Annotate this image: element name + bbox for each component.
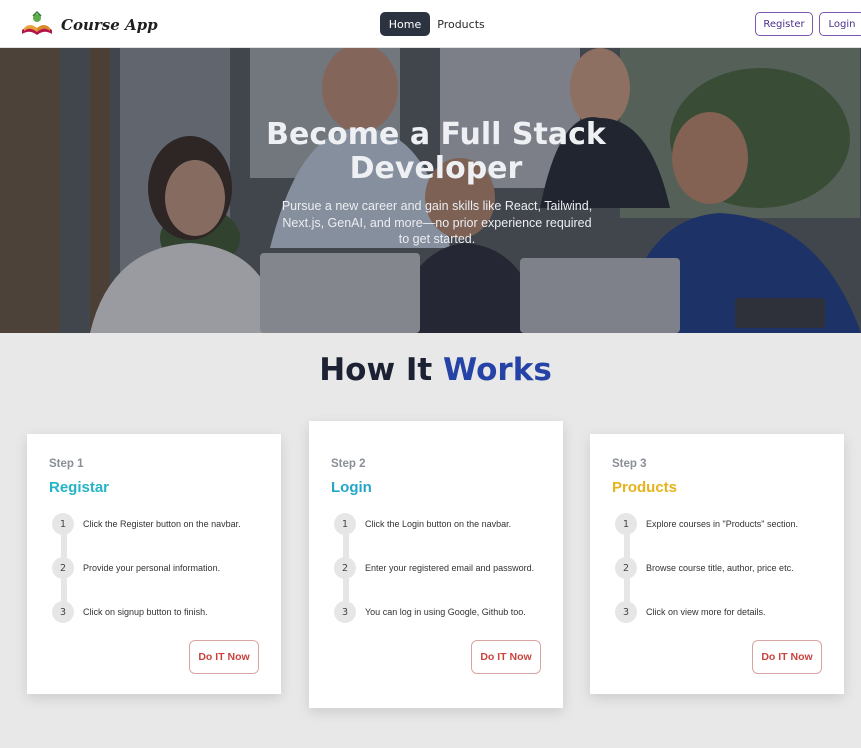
step-number: 2 — [334, 557, 356, 579]
do-it-now-button[interactable]: Do IT Now — [189, 640, 259, 674]
step-number: 3 — [52, 601, 74, 623]
step-text: Explore courses in "Products" section. — [646, 519, 798, 529]
step-card-register: Step 1 Registar 1 Click the Register but… — [27, 434, 281, 694]
do-it-now-button[interactable]: Do IT Now — [752, 640, 822, 674]
list-item: 2 Browse course title, author, price etc… — [615, 557, 794, 579]
nav-home[interactable]: Home — [380, 12, 430, 36]
register-button[interactable]: Register — [755, 12, 813, 36]
step-title: Products — [612, 479, 678, 496]
step-title: Registar — [49, 479, 110, 496]
step-text: You can log in using Google, Github too. — [365, 607, 526, 617]
step-card-login: Step 2 Login 1 Click the Login button on… — [309, 421, 563, 708]
step-text: Enter your registered email and password… — [365, 563, 535, 573]
brand-name: Course App — [61, 16, 158, 34]
step-number: 2 — [615, 557, 637, 579]
list-item: 1 Click the Register button on the navba… — [52, 513, 241, 535]
step-number: 1 — [52, 513, 74, 535]
step-number: 2 — [52, 557, 74, 579]
hero-subtitle: Pursue a new career and gain skills like… — [281, 199, 593, 246]
login-button[interactable]: Login — [819, 12, 861, 36]
step-label: Step 1 — [49, 458, 84, 470]
list-item: 3 You can log in using Google, Github to… — [334, 601, 526, 623]
step-text: Click on view more for details. — [646, 607, 766, 617]
step-text: Click on signup button to finish. — [83, 607, 208, 617]
step-title: Login — [331, 479, 372, 496]
step-text: Click the Register button on the navbar. — [83, 519, 241, 529]
step-text: Browse course title, author, price etc. — [646, 563, 794, 573]
step-text: Click the Login button on the navbar. — [365, 519, 512, 529]
step-label: Step 2 — [331, 458, 366, 470]
list-item: 1 Click the Login button on the navbar. — [334, 513, 511, 535]
list-item: 2 Provide your personal information. — [52, 557, 220, 579]
navbar: Course App Home Products Register Login — [0, 0, 861, 48]
list-item: 1 Explore courses in "Products" section. — [615, 513, 798, 535]
brand[interactable]: Course App — [18, 10, 158, 40]
nav-products[interactable]: Products — [434, 12, 488, 36]
step-text: Provide your personal information. — [83, 563, 221, 573]
how-it-works-title-accent: Works — [443, 352, 552, 388]
step-number: 3 — [615, 601, 637, 623]
list-item: 2 Enter your registered email and passwo… — [334, 557, 534, 579]
do-it-now-button[interactable]: Do IT Now — [471, 640, 541, 674]
list-item: 3 Click on signup button to finish. — [52, 601, 208, 623]
open-book-logo-icon — [22, 10, 52, 35]
how-it-works-title: How It Works — [0, 352, 861, 388]
step-number: 3 — [334, 601, 356, 623]
how-it-works-title-part1: How It — [319, 352, 433, 388]
hero-title: Become a Full Stack Developer — [266, 117, 606, 186]
list-item: 3 Click on view more for details. — [615, 601, 766, 623]
step-number: 1 — [334, 513, 356, 535]
step-card-products: Step 3 Products 1 Explore courses in "Pr… — [590, 434, 844, 694]
hero-banner: Become a Full Stack Developer Pursue a n… — [0, 48, 861, 333]
step-label: Step 3 — [612, 458, 647, 470]
step-number: 1 — [615, 513, 637, 535]
hero-overlay — [0, 48, 861, 333]
